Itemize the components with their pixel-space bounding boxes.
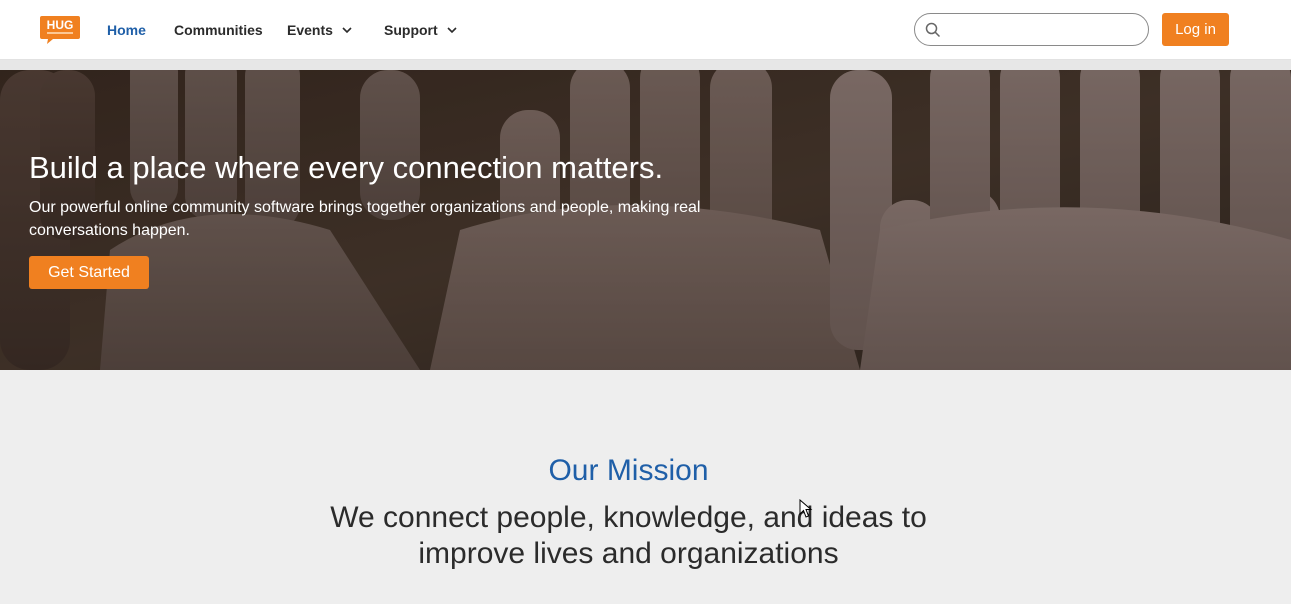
header-divider	[0, 60, 1291, 70]
mouse-cursor-icon	[799, 499, 813, 518]
nav-item-events[interactable]: Events	[287, 21, 353, 39]
hero-subtitle: Our powerful online community software b…	[29, 199, 701, 239]
get-started-button[interactable]: Get Started	[29, 256, 149, 289]
login-button[interactable]: Log in	[1162, 13, 1229, 46]
search-icon	[925, 22, 941, 38]
hero-title: Build a place where every connection mat…	[29, 150, 664, 185]
mission-statement: We connect people, knowledge, and ideas …	[330, 501, 927, 570]
nav-item-support[interactable]: Support	[384, 21, 458, 39]
chevron-down-icon	[342, 27, 352, 34]
nav-item-label: Home	[107, 22, 146, 38]
top-navigation-bar: HUG Home Communities Events Support Log …	[0, 0, 1291, 60]
search-box[interactable]	[914, 13, 1149, 46]
nav-item-label: Events	[287, 22, 333, 38]
chevron-down-icon	[447, 27, 457, 34]
nav-item-label: Support	[384, 22, 438, 38]
hero-banner: Build a place where every connection mat…	[0, 70, 1291, 370]
search-input[interactable]	[949, 18, 1139, 42]
nav-item-label: Communities	[174, 22, 263, 38]
nav-item-home[interactable]: Home	[107, 21, 146, 39]
mission-heading: Our Mission	[548, 454, 709, 487]
hug-logo[interactable]: HUG	[39, 15, 81, 45]
nav-item-communities[interactable]: Communities	[174, 21, 263, 39]
logo-text: HUG	[46, 18, 74, 32]
